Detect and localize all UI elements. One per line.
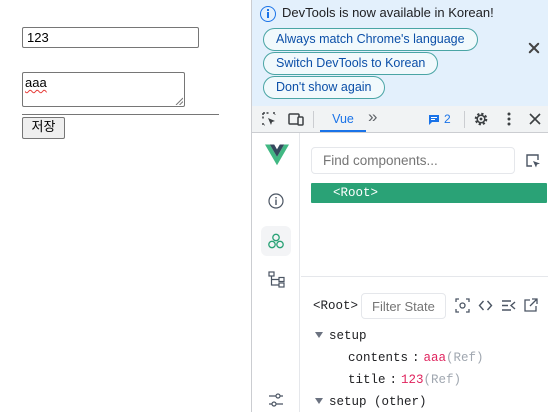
tab-vue[interactable]: Vue <box>320 106 366 132</box>
toolbar-separator <box>464 111 465 128</box>
issues-badge[interactable]: 2 <box>428 112 454 128</box>
info-circle-icon <box>268 193 284 209</box>
components-icon <box>268 233 284 249</box>
devtools-panel: DevTools is now available in Korean! Alw… <box>251 0 548 412</box>
state-colon: : <box>389 373 398 387</box>
always-match-language-button[interactable]: Always match Chrome's language <box>263 28 478 51</box>
find-components-input[interactable] <box>311 147 515 174</box>
state-value: aaa <box>423 351 447 365</box>
tree-icon <box>268 271 285 288</box>
sidebar-routes[interactable] <box>261 264 291 294</box>
resize-grip-icon[interactable] <box>175 97 183 105</box>
sliders-icon <box>269 393 283 407</box>
devtools-toolbar: Vue » 2 <box>252 106 548 133</box>
filter-state-input[interactable] <box>361 293 446 319</box>
inspector-header: <Root> <box>301 277 548 323</box>
component-tree-root-node[interactable]: <Root> <box>311 183 547 203</box>
page-content: aaa 저장 <box>0 0 251 412</box>
sidebar-settings[interactable] <box>261 385 291 412</box>
more-tabs-icon[interactable]: » <box>368 107 377 127</box>
caret-down-icon <box>315 332 323 338</box>
infobar-close-icon[interactable] <box>526 40 542 56</box>
sidebar-app-info[interactable] <box>261 186 291 216</box>
vue-logo-icon <box>265 144 289 166</box>
inspect-dom-icon[interactable] <box>501 298 516 313</box>
device-toolbar-icon[interactable] <box>288 111 304 127</box>
divider-line <box>22 114 219 115</box>
state-row-title[interactable]: title:123(Ref) <box>348 373 461 391</box>
contents-textarea[interactable]: aaa <box>22 72 185 107</box>
open-in-editor-icon[interactable] <box>523 298 538 313</box>
toolbar-separator <box>313 111 314 128</box>
inspector-component-name: <Root> <box>313 299 359 313</box>
settings-gear-icon[interactable] <box>473 111 489 127</box>
title-input[interactable] <box>22 27 199 48</box>
state-key: title <box>348 373 386 387</box>
vue-sidebar <box>252 133 300 412</box>
state-value: 123 <box>401 373 424 387</box>
state-section-setup[interactable]: setup <box>315 329 367 347</box>
state-row-contents[interactable]: contents: aaa(Ref) <box>348 351 484 369</box>
sidebar-components[interactable] <box>261 226 291 256</box>
issues-message-icon <box>429 115 439 125</box>
inspect-element-icon[interactable] <box>261 111 277 127</box>
state-type: (Ref) <box>423 373 462 387</box>
info-icon <box>260 6 276 22</box>
state-type: (Ref) <box>446 351 484 365</box>
infobar-message: DevTools is now available in Korean! <box>282 5 494 20</box>
show-render-code-icon[interactable] <box>478 298 493 313</box>
save-button[interactable]: 저장 <box>22 117 65 139</box>
close-devtools-icon[interactable] <box>527 111 543 127</box>
switch-to-korean-button[interactable]: Switch DevTools to Korean <box>263 52 439 75</box>
contents-textarea-value: aaa <box>25 75 47 90</box>
issues-count: 2 <box>444 112 451 126</box>
state-section-setup-other[interactable]: setup (other) <box>315 395 427 412</box>
state-tree: setup contents: aaa(Ref) title:123(Ref) s… <box>301 326 548 412</box>
state-colon: : <box>412 351 420 365</box>
select-component-icon[interactable] <box>525 153 541 169</box>
dont-show-again-button[interactable]: Don't show again <box>263 76 385 99</box>
state-key: contents <box>348 351 409 365</box>
caret-down-icon <box>315 398 323 404</box>
language-infobar: DevTools is now available in Korean! Alw… <box>252 0 548 106</box>
more-options-icon[interactable] <box>501 111 517 127</box>
scroll-to-component-icon[interactable] <box>455 298 470 313</box>
